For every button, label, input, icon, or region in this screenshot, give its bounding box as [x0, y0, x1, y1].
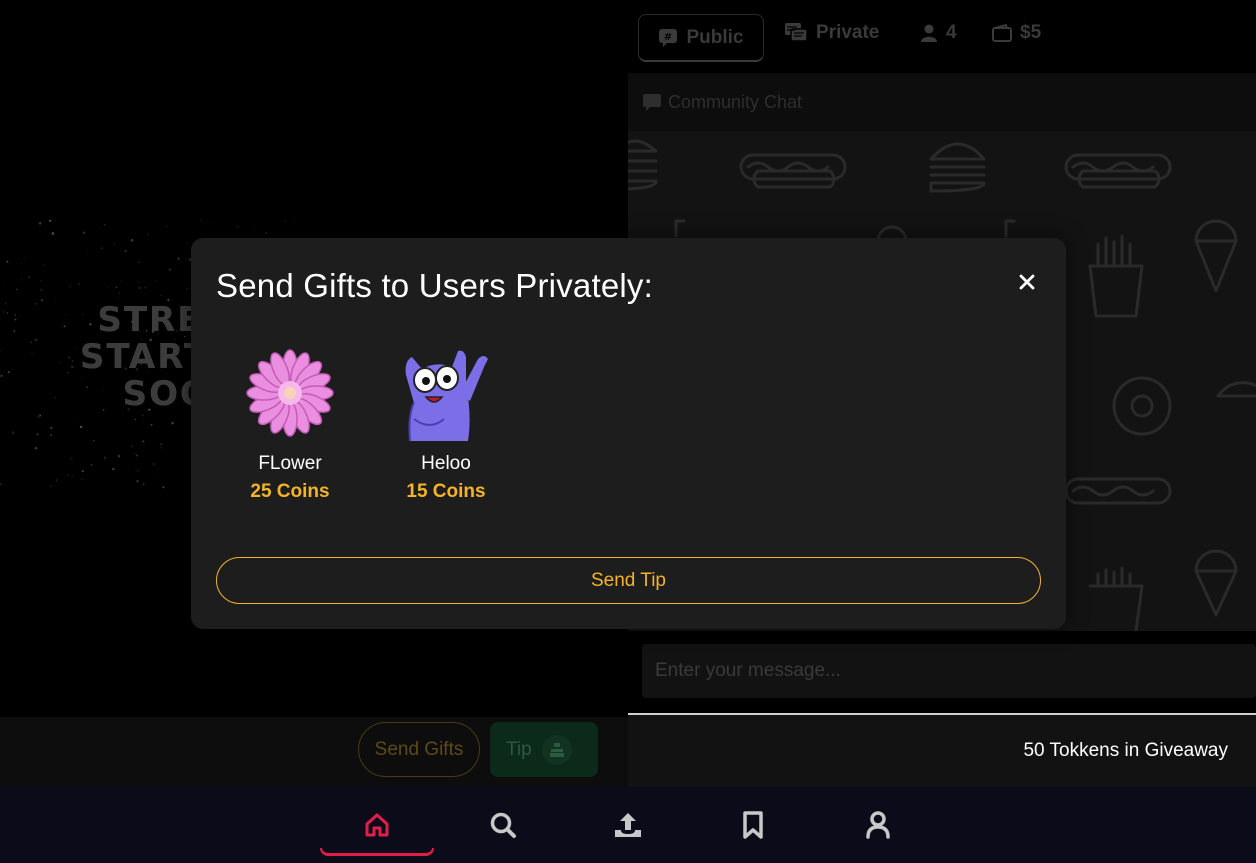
tip-button[interactable]: Tip: [490, 722, 598, 777]
nav-bookmark[interactable]: [696, 787, 810, 863]
gift-price: 15 Coins: [406, 481, 486, 502]
chat-input-area: [628, 631, 1256, 715]
search-icon: [490, 812, 516, 838]
private-chat-icon: [785, 23, 808, 42]
svg-text:#: #: [664, 32, 672, 43]
send-gifts-label: Send Gifts: [374, 738, 464, 760]
send-gifts-modal: Send Gifts to Users Privately: FLower 25…: [191, 238, 1066, 629]
send-gifts-button[interactable]: Send Gifts: [358, 722, 480, 777]
giveaway-banner: 50 Tokkens in Giveaway: [628, 715, 1256, 787]
flower-icon: [235, 343, 345, 443]
app-root: STREAM STARTING SOON Send Gifts Tip # Pu…: [0, 0, 1256, 863]
home-icon: [365, 813, 389, 837]
viewer-count: 4: [920, 22, 957, 44]
active-nav-indicator: [320, 848, 434, 856]
bookmark-icon: [743, 811, 763, 839]
viewer-count-value: 4: [946, 22, 957, 43]
send-tip-button[interactable]: Send Tip: [216, 557, 1041, 604]
upload-icon: [615, 813, 641, 837]
close-button[interactable]: [1014, 269, 1040, 295]
chat-bubble-icon: [643, 94, 661, 111]
chat-header-title: Community Chat: [668, 91, 803, 112]
nav-profile[interactable]: [821, 787, 935, 863]
gift-name: FLower: [258, 453, 322, 474]
gift-price: 25 Coins: [250, 481, 330, 502]
wallet-balance[interactable]: $5: [992, 22, 1041, 44]
tip-jar-icon: [541, 734, 572, 765]
gift-name: Heloo: [421, 453, 471, 474]
profile-icon: [866, 811, 890, 839]
bottom-navigation: [0, 787, 1256, 863]
wallet-icon: [992, 24, 1012, 42]
tab-private-label: Private: [816, 22, 880, 43]
send-tip-label: Send Tip: [591, 569, 666, 591]
close-icon: [1019, 274, 1035, 290]
nav-upload[interactable]: [571, 787, 685, 863]
tab-private[interactable]: Private: [784, 22, 879, 44]
waving-cat-icon: [391, 343, 501, 443]
chat-tabs: # Public Private 4 $5: [628, 0, 1256, 73]
tab-public-label: Public: [686, 26, 744, 48]
giveaway-text: 50 Tokkens in Giveaway: [1023, 740, 1228, 761]
nav-search[interactable]: [446, 787, 560, 863]
gift-item-flower[interactable]: FLower 25 Coins: [235, 343, 345, 503]
user-icon: [921, 24, 937, 42]
tab-public[interactable]: # Public: [638, 14, 764, 62]
tip-label: Tip: [506, 738, 532, 760]
chat-header: Community Chat: [628, 73, 1256, 131]
modal-title: Send Gifts to Users Privately:: [216, 267, 653, 304]
gift-item-heloo[interactable]: Heloo 15 Coins: [391, 343, 501, 503]
public-chat-icon: #: [659, 28, 678, 47]
wallet-balance-value: $5: [1020, 22, 1042, 43]
chat-message-input[interactable]: [642, 644, 1256, 698]
